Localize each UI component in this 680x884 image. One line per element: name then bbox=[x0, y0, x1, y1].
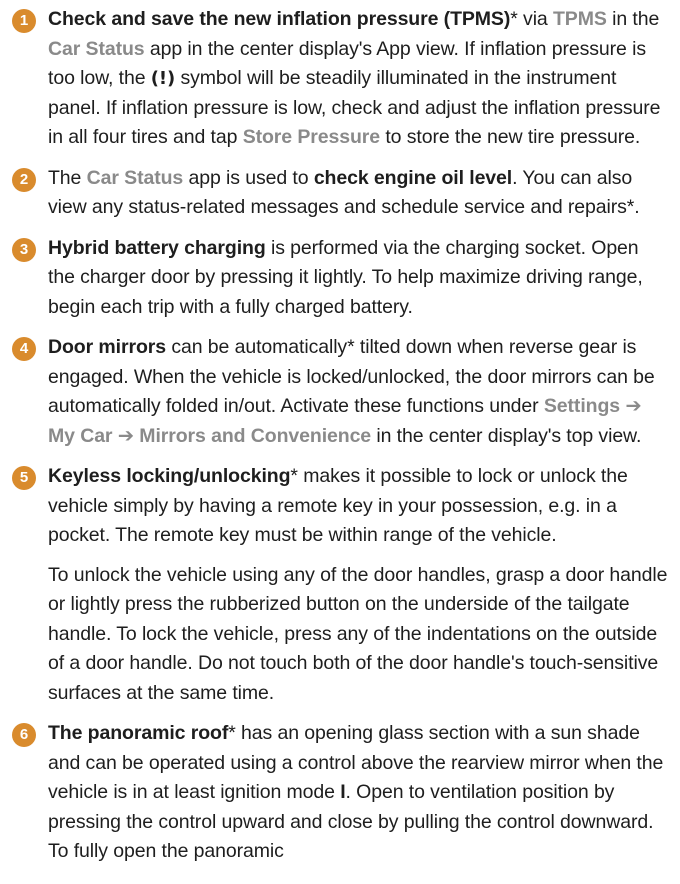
step-number-badge: 2 bbox=[12, 167, 36, 192]
list-item-4: 4 Door mirrors can be automatically* til… bbox=[12, 333, 670, 451]
ui-term: Car Status bbox=[86, 166, 184, 189]
list-item-6: 6 The panoramic roof* has an opening gla… bbox=[12, 719, 670, 867]
ui-term: TPMS bbox=[553, 8, 607, 30]
item-5-text-continued: To unlock the vehicle using any of the d… bbox=[48, 563, 668, 704]
list-item-2: 2 The Car Status app is used to check en… bbox=[12, 164, 670, 223]
document-page: 1 Check and save the new inflation press… bbox=[0, 0, 680, 884]
bold-term: Keyless locking/unlocking bbox=[48, 465, 291, 487]
step-number-badge: 4 bbox=[12, 337, 36, 361]
step-number-badge: 1 bbox=[12, 9, 36, 33]
bold-term: check engine oil level bbox=[313, 166, 513, 189]
step-number-badge: 3 bbox=[12, 237, 36, 262]
step-number-badge: 5 bbox=[12, 466, 36, 490]
item-5-text: Keyless locking/unlocking* makes it poss… bbox=[48, 465, 628, 546]
bold-term: Hybrid battery charging bbox=[48, 236, 266, 259]
bold-term: Check and save the new inflation pressur… bbox=[48, 8, 511, 30]
ui-term: Car Status bbox=[48, 37, 145, 60]
list-item-5: 5 Keyless locking/unlocking* makes it po… bbox=[12, 462, 670, 708]
list-item-1: 1 Check and save the new inflation press… bbox=[12, 5, 670, 153]
ui-term: Store Pressure bbox=[242, 126, 381, 148]
bold-term: The panoramic roof bbox=[48, 722, 229, 744]
item-2-text: The Car Status app is used to check engi… bbox=[48, 166, 640, 219]
bold-term: Door mirrors bbox=[48, 336, 166, 358]
item-1-text: Check and save the new inflation pressur… bbox=[48, 8, 661, 148]
item-4-text: Door mirrors can be automatically* tilte… bbox=[48, 336, 655, 447]
item-6-text: The panoramic roof* has an opening glass… bbox=[48, 722, 664, 862]
tire-pressure-warning-icon: (!) bbox=[150, 68, 176, 89]
item-3-text: Hybrid battery charging is performed via… bbox=[48, 236, 643, 318]
step-number-badge: 6 bbox=[12, 723, 36, 747]
list-item-3: 3 Hybrid battery charging is performed v… bbox=[12, 234, 670, 323]
